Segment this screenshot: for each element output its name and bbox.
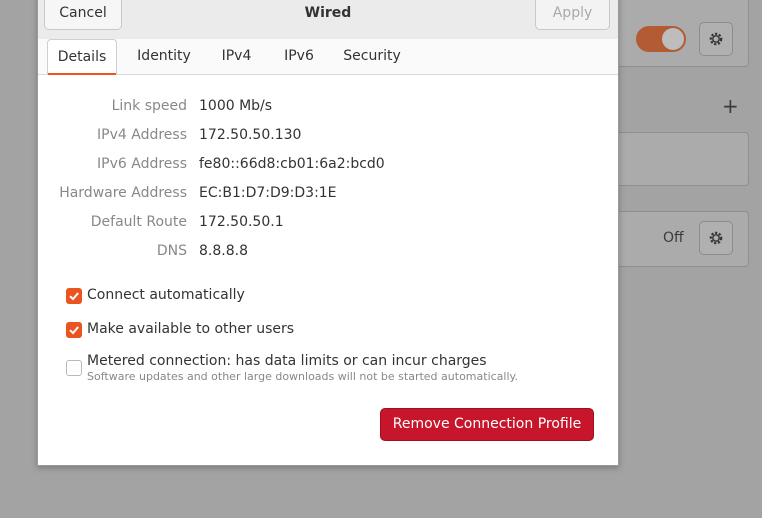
background-wired-settings-button[interactable] [699,22,733,56]
detail-value: 172.50.50.130 [199,127,302,143]
wired-settings-dialog: Cancel Wired Apply Details Identity IPv4… [37,0,619,466]
plus-icon[interactable]: + [722,96,739,116]
detail-label: Default Route [90,214,187,230]
detail-row-hardware-address: Hardware Address EC:B1:D7:D9:D3:1E [38,185,618,207]
metered-connection-sublabel: Software updates and other large downloa… [87,370,518,383]
available-to-others-checkbox[interactable] [66,322,82,338]
detail-label: Link speed [111,98,187,114]
detail-value: 172.50.50.1 [199,214,284,230]
detail-row-ipv6-address: IPv6 Address fe80::66d8:cb01:6a2:bcd0 [38,156,618,178]
connect-automatically-checkbox[interactable] [66,288,82,304]
checkmark-icon [69,326,79,335]
apply-button[interactable]: Apply [535,0,610,30]
detail-row-ipv4-address: IPv4 Address 172.50.50.130 [38,127,618,149]
detail-value: fe80::66d8:cb01:6a2:bcd0 [199,156,385,172]
detail-value: 1000 Mb/s [199,98,273,114]
checkmark-icon [69,292,79,301]
tab-ipv6[interactable]: IPv6 [275,39,323,74]
gear-icon [709,32,723,46]
remove-connection-profile-button[interactable]: Remove Connection Profile [380,408,594,441]
detail-label: IPv6 Address [97,156,187,172]
detail-label: IPv4 Address [97,127,187,143]
dialog-header: Cancel Wired Apply [38,0,618,40]
tab-security[interactable]: Security [336,39,408,74]
background-proxy-status: Off [663,230,684,246]
dialog-title: Wired [304,5,352,21]
toggle-knob [662,28,684,50]
gear-icon [709,231,723,245]
tab-identity[interactable]: Identity [126,39,202,74]
tab-bar: Details Identity IPv4 IPv6 Security [38,39,618,75]
detail-row-dns: DNS 8.8.8.8 [38,243,618,265]
tab-ipv4[interactable]: IPv4 [214,39,259,74]
detail-value: 8.8.8.8 [199,243,248,259]
tab-details[interactable]: Details [47,39,117,75]
connect-automatically-label: Connect automatically [87,287,245,303]
detail-row-default-route: Default Route 172.50.50.1 [38,214,618,236]
metered-connection-checkbox[interactable] [66,360,82,376]
detail-label: DNS [156,243,187,259]
metered-connection-label: Metered connection: has data limits or c… [87,353,487,369]
background-proxy-settings-button[interactable] [699,221,733,255]
detail-label: Hardware Address [59,185,187,201]
detail-row-link-speed: Link speed 1000 Mb/s [38,98,618,120]
available-to-others-label: Make available to other users [87,321,295,337]
background-vpn-card [600,132,749,186]
background-wired-toggle[interactable] [636,26,686,52]
detail-value: EC:B1:D7:D9:D3:1E [199,185,337,201]
